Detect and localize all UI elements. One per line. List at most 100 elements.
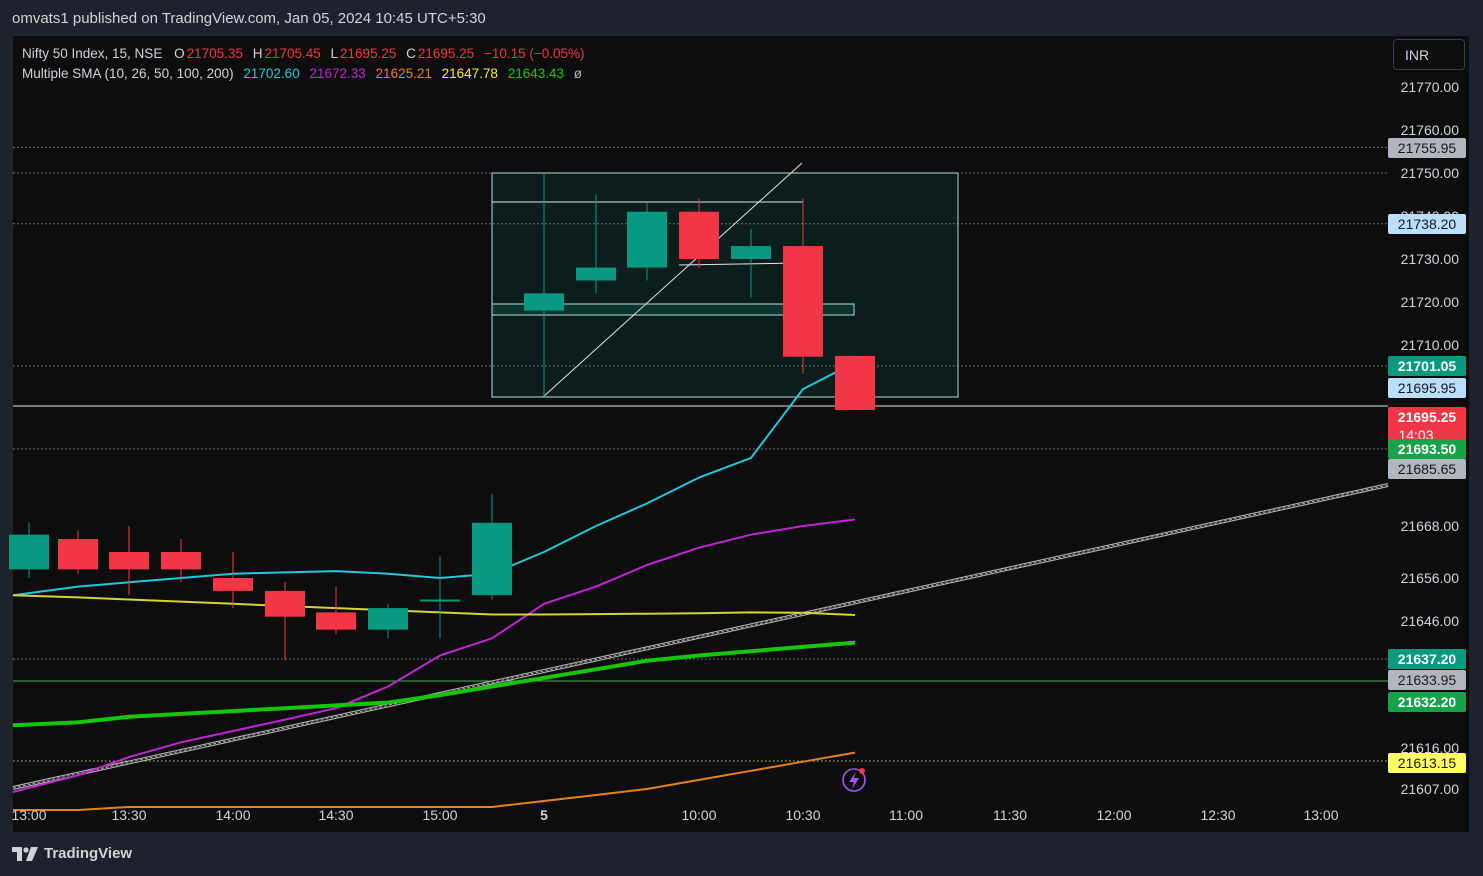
footer-brand: TradingView: [44, 845, 133, 862]
x-tick-label: 13:30: [111, 807, 146, 823]
low-label: L: [330, 46, 339, 61]
price-label: 21755.95: [1388, 138, 1466, 158]
candle-body: [576, 267, 616, 281]
open-label: O: [174, 46, 185, 61]
price-label-value: 21633.95: [1398, 672, 1457, 688]
sma100-value: 21647.78: [441, 66, 498, 81]
sma-line-200: [12, 640, 856, 728]
candle: [58, 530, 98, 574]
footer: TradingView: [12, 845, 132, 862]
candle-body: [265, 590, 305, 617]
sma200-value: 21643.43: [507, 66, 565, 81]
price-label: 21632.20: [1388, 692, 1466, 712]
x-tick-label: 12:30: [1200, 807, 1235, 823]
sma-line-100: [12, 594, 856, 616]
candle-body: [368, 608, 408, 630]
x-tick-label: 12:00: [1096, 807, 1131, 823]
candle: [316, 586, 356, 634]
range-rectangle-drawing: [491, 172, 959, 398]
price-label-value: 21632.20: [1398, 694, 1457, 710]
y-tick-label: 21668.00: [1401, 518, 1460, 534]
candle-body: [679, 211, 719, 259]
x-tick-label: 14:30: [318, 807, 353, 823]
sma-hidden-icon[interactable]: ø: [574, 66, 582, 81]
candle-body: [213, 578, 253, 591]
price-label-value: 21738.20: [1398, 216, 1457, 232]
sma50-value: 21625.21: [375, 66, 432, 81]
x-tick-label: 11:00: [889, 807, 923, 823]
candle-body: [9, 534, 49, 570]
y-tick-label: 21646.00: [1401, 613, 1460, 629]
low-value: 21695.25: [340, 46, 397, 61]
price-label: 21693.50: [1388, 439, 1466, 459]
candle-body: [161, 552, 201, 570]
candle: [472, 493, 512, 600]
candle: [161, 539, 201, 583]
candle: [265, 582, 305, 661]
x-tick-label: 5: [540, 807, 548, 823]
x-tick-label: 10:30: [785, 807, 820, 823]
x-tick-label: 10:00: [681, 807, 716, 823]
change-value: −10.15 (−0.05%): [483, 46, 585, 61]
candle-body: [524, 293, 564, 311]
price-label: 21637.20: [1388, 649, 1466, 669]
sma10-value: 21702.60: [243, 66, 300, 81]
ohlc-row: Nifty 50 Index, 15, NSE O 21705.35 H 21705…: [22, 44, 587, 64]
high-label: H: [252, 46, 263, 61]
currency-button[interactable]: INR: [1393, 39, 1465, 70]
candle-body: [783, 246, 823, 357]
candle-body: [109, 552, 149, 570]
candle-body: [627, 211, 667, 268]
y-tick-label: 21607.00: [1401, 781, 1460, 797]
price-label: 21738.20: [1388, 214, 1466, 234]
chart-legend: Nifty 50 Index, 15, NSE O 21705.35 H 21705…: [22, 44, 587, 84]
candle-body: [316, 612, 356, 630]
sma-row: Multiple SMA (10, 26, 50, 100, 200) 2170…: [22, 64, 587, 84]
candle: [213, 552, 253, 609]
price-label: 21633.95: [1388, 670, 1466, 690]
price-label: 21695.95: [1388, 378, 1466, 398]
price-chart[interactable]: 21770.0021760.0021750.0021740.0021730.00…: [0, 0, 1483, 876]
candle-body: [731, 246, 771, 259]
candle-body: [58, 539, 98, 570]
price-label-value: 21701.05: [1398, 358, 1457, 374]
candle: [9, 522, 49, 578]
time-axis: 13:00 13:30 14:00 14:30 15:00 5 10:00 10:30 11:0…: [11, 807, 1338, 823]
x-tick-label: 13:00: [11, 807, 46, 823]
range-rectangle: [491, 172, 959, 398]
y-tick-label: 21750.00: [1401, 165, 1460, 181]
price-label: 21701.05: [1388, 356, 1466, 376]
price-label-value: 21685.65: [1398, 461, 1457, 477]
high-value: 21705.45: [264, 46, 321, 61]
price-label-value: 21695.95: [1398, 380, 1457, 396]
y-tick-label: 21770.00: [1401, 79, 1460, 95]
y-tick-label: 21720.00: [1401, 294, 1460, 310]
sma-title[interactable]: Multiple SMA (10, 26, 50, 100, 200): [22, 66, 234, 81]
price-label-value: 21613.15: [1398, 755, 1457, 771]
price-label: 21613.15: [1388, 753, 1466, 773]
price-label-value: 21695.25: [1398, 409, 1457, 425]
candle: [109, 526, 149, 596]
close-label: C: [406, 46, 416, 61]
x-tick-label: 14:00: [215, 807, 250, 823]
y-tick-label: 21730.00: [1401, 251, 1460, 267]
open-value: 21705.35: [186, 46, 243, 61]
y-tick-label: 21656.00: [1401, 570, 1460, 586]
candles: [9, 173, 875, 661]
price-labels: 21755.95 21738.20 21701.05 21695.95 21695.25…: [1388, 138, 1466, 773]
symbol-name[interactable]: Nifty 50 Index, 15, NSE: [22, 46, 162, 61]
candle-body: [835, 355, 875, 410]
candle: [835, 355, 875, 410]
price-label: 21685.65: [1388, 459, 1466, 479]
sma-lines: [12, 361, 856, 811]
price-label-value: 21637.20: [1398, 651, 1457, 667]
candle: [420, 556, 460, 639]
price-label-value: 21693.50: [1398, 441, 1457, 457]
x-tick-label: 11:30: [993, 807, 1027, 823]
close-value: 21695.25: [417, 46, 475, 61]
sma26-value: 21672.33: [309, 66, 366, 81]
price-label-value: 21755.95: [1398, 140, 1457, 156]
alert-icon[interactable]: [842, 768, 866, 792]
y-tick-label: 21710.00: [1401, 337, 1460, 353]
candle-body: [420, 599, 460, 602]
